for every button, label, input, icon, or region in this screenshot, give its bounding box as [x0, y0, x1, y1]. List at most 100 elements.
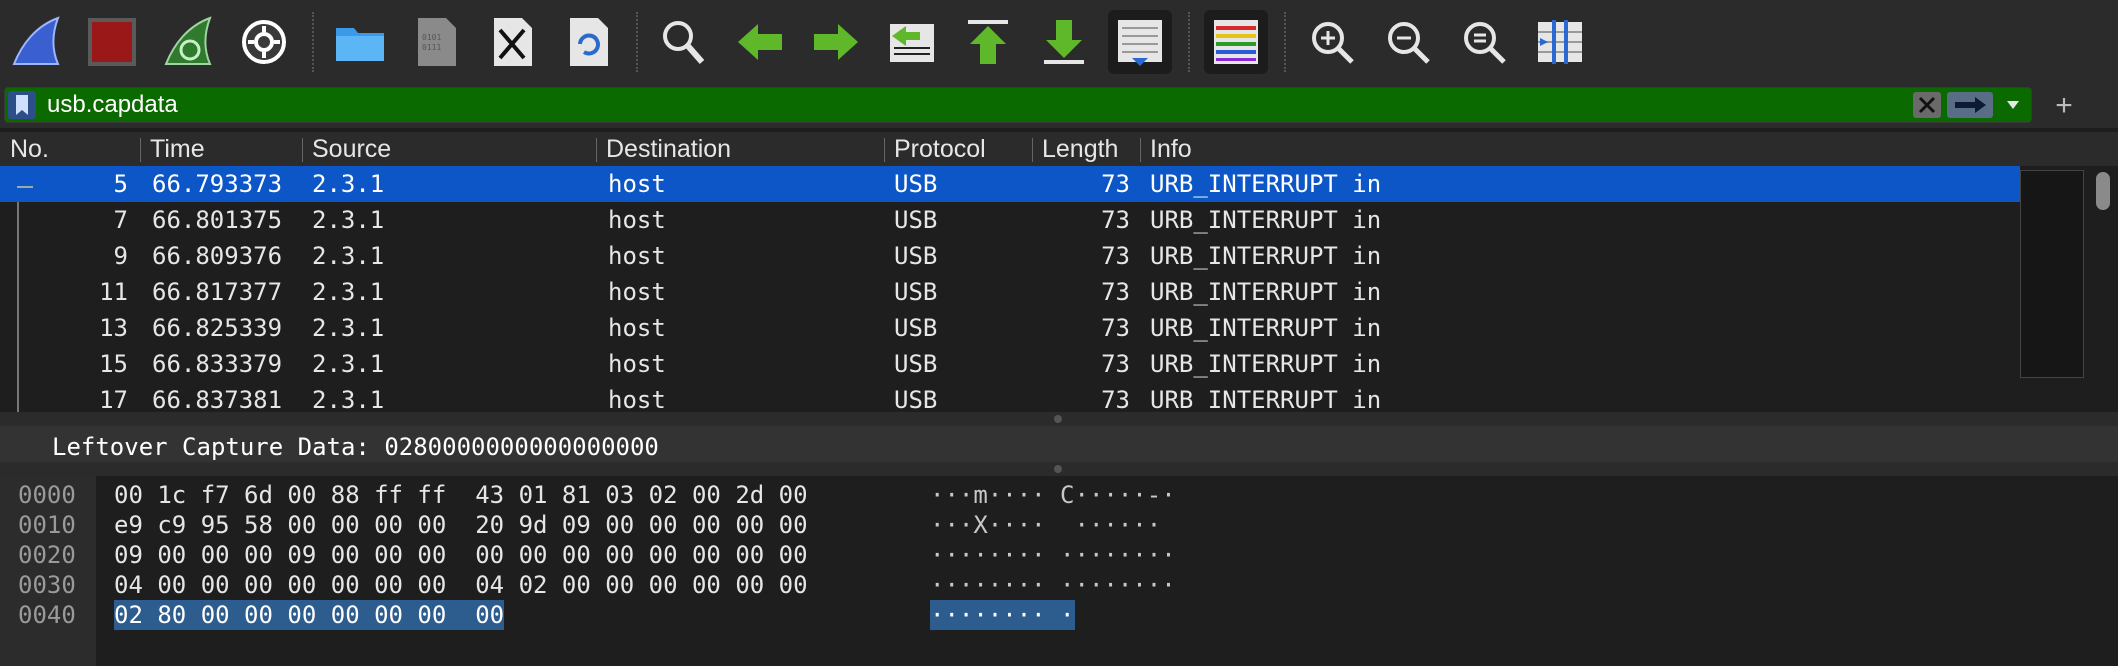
bytes-row[interactable]: 0000 00 1c f7 6d 00 88 ff ff 43 01 81 03 …: [0, 480, 2118, 510]
packet-destination: host: [608, 278, 666, 306]
column-header-no[interactable]: No.: [10, 132, 49, 166]
bytes-hex[interactable]: 09 00 00 00 09 00 00 00 00 00 00 00 00 0…: [114, 540, 808, 570]
display-filter-input[interactable]: usb.capdata: [4, 87, 2032, 123]
find-packet-icon[interactable]: [652, 10, 716, 74]
filter-bookmark-icon[interactable]: [8, 91, 36, 119]
packet-source: 2.3.1: [312, 386, 385, 412]
column-divider[interactable]: [140, 138, 141, 162]
packet-destination: host: [608, 314, 666, 342]
open-file-icon[interactable]: [328, 10, 392, 74]
packet-row[interactable]: 11 66.817377 2.3.1 host USB 73 URB_INTERRUPT i…: [0, 274, 2020, 310]
packet-row[interactable]: 13 66.825339 2.3.1 host USB 73 URB_INTERRUPT i…: [0, 310, 2020, 346]
packet-time: 66.801375: [152, 206, 283, 234]
packet-row[interactable]: 15 66.833379 2.3.1 host USB 73 URB_INTERRUPT i…: [0, 346, 2020, 382]
packet-protocol: USB: [894, 314, 938, 342]
packet-source: 2.3.1: [312, 170, 385, 198]
packet-bytes-pane[interactable]: 0000 00 1c f7 6d 00 88 ff ff 43 01 81 03 …: [0, 476, 2118, 666]
go-back-icon[interactable]: [728, 10, 792, 74]
go-forward-icon[interactable]: [804, 10, 868, 74]
bytes-row[interactable]: 0020 09 00 00 00 09 00 00 00 00 00 00 00 …: [0, 540, 2118, 570]
add-filter-button-icon[interactable]: +: [2052, 84, 2076, 128]
toolbar-separator: [1284, 12, 1286, 72]
toolbar-separator: [636, 12, 638, 72]
column-header-time[interactable]: Time: [150, 132, 205, 166]
column-divider[interactable]: [884, 138, 885, 162]
column-divider[interactable]: [596, 138, 597, 162]
bytes-row[interactable]: 0010 e9 c9 95 58 00 00 00 00 20 9d 09 00 …: [0, 510, 2118, 540]
apply-filter-icon[interactable]: [1947, 92, 1993, 118]
splitter-handle[interactable]: [1054, 415, 1062, 423]
reload-file-icon[interactable]: [556, 10, 620, 74]
restart-capture-icon[interactable]: [156, 10, 220, 74]
packet-minimap[interactable]: [2020, 170, 2084, 378]
filter-history-dropdown-icon[interactable]: [2001, 92, 2025, 118]
zoom-in-icon[interactable]: [1300, 10, 1364, 74]
start-capture-icon[interactable]: [4, 10, 68, 74]
capture-options-icon[interactable]: [232, 10, 296, 74]
packet-length: 73: [1101, 350, 1130, 378]
bytes-hex[interactable]: 00 1c f7 6d 00 88 ff ff 43 01 81 03 02 0…: [114, 480, 808, 510]
bytes-ascii[interactable]: ········ ········: [930, 540, 1176, 570]
packet-time: 66.833379: [152, 350, 283, 378]
packet-row[interactable]: 9 66.809376 2.3.1 host USB 73 URB_INTERRUPT in: [0, 238, 2020, 274]
splitter-handle[interactable]: [1054, 465, 1062, 473]
column-divider[interactable]: [302, 138, 303, 162]
packet-number: 7: [113, 206, 128, 234]
zoom-reset-icon[interactable]: [1452, 10, 1516, 74]
clear-filter-icon[interactable]: [1913, 92, 1941, 118]
save-file-icon[interactable]: 0101 0111: [404, 10, 468, 74]
packet-time: 66.825339: [152, 314, 283, 342]
packet-info: URB_INTERRUPT in: [1150, 314, 1382, 342]
pane-splitter[interactable]: [0, 462, 2118, 476]
column-divider[interactable]: [1032, 138, 1033, 162]
bytes-ascii[interactable]: ···m···· C·····-·: [930, 480, 1176, 510]
packet-protocol: USB: [894, 242, 938, 270]
go-to-packet-icon[interactable]: [880, 10, 944, 74]
main-toolbar: 0101 0111: [0, 0, 2118, 84]
bytes-ascii[interactable]: ···X···· ······: [930, 510, 1161, 540]
pane-splitter[interactable]: [0, 412, 2118, 426]
packet-destination: host: [608, 386, 666, 412]
bytes-hex-highlighted[interactable]: 02 80 00 00 00 00 00 00 00: [114, 600, 505, 630]
packet-protocol: USB: [894, 386, 938, 412]
column-header-protocol[interactable]: Protocol: [894, 132, 986, 166]
autoscroll-icon[interactable]: [1108, 10, 1172, 74]
column-header-length[interactable]: Length: [1042, 132, 1118, 166]
bytes-ascii[interactable]: ········ ········: [930, 570, 1176, 600]
packet-list[interactable]: 5 66.793373 2.3.1 host USB 73 URB_INTERRUPT in…: [0, 166, 2118, 412]
packet-details-pane[interactable]: Leftover Capture Data: 02800000000000000…: [0, 426, 2118, 462]
close-file-icon[interactable]: [480, 10, 544, 74]
packet-number: 11: [99, 278, 128, 306]
packet-length: 73: [1101, 314, 1130, 342]
stop-capture-icon[interactable]: [80, 10, 144, 74]
packet-list-scrollbar[interactable]: [2096, 172, 2110, 210]
zoom-out-icon[interactable]: [1376, 10, 1440, 74]
packet-source: 2.3.1: [312, 206, 385, 234]
packet-row[interactable]: 7 66.801375 2.3.1 host USB 73 URB_INTERRUPT in: [0, 202, 2020, 238]
packet-protocol: USB: [894, 278, 938, 306]
packet-row[interactable]: 5 66.793373 2.3.1 host USB 73 URB_INTERRUPT in: [0, 166, 2020, 202]
colorize-icon[interactable]: [1204, 10, 1268, 74]
packet-info: URB_INTERRUPT in: [1150, 242, 1382, 270]
filter-text[interactable]: usb.capdata: [47, 88, 178, 122]
bytes-row[interactable]: 0030 04 00 00 00 00 00 00 00 04 02 00 00 …: [0, 570, 2118, 600]
bytes-hex[interactable]: 04 00 00 00 00 00 00 00 04 02 00 00 00 0…: [114, 570, 808, 600]
packet-destination: host: [608, 350, 666, 378]
packet-source: 2.3.1: [312, 242, 385, 270]
packet-time: 66.809376: [152, 242, 283, 270]
bytes-hex[interactable]: e9 c9 95 58 00 00 00 00 20 9d 09 00 00 0…: [114, 510, 808, 540]
go-last-icon[interactable]: [1032, 10, 1096, 74]
column-header-info[interactable]: Info: [1150, 132, 1192, 166]
column-header-destination[interactable]: Destination: [606, 132, 731, 166]
bytes-ascii-highlighted[interactable]: ········ ·: [930, 600, 1075, 630]
bytes-offset: 0040: [18, 601, 76, 629]
packet-row[interactable]: 17 66.837381 2.3.1 host USB 73 URB_INTERRUPT i…: [0, 382, 2020, 412]
column-divider[interactable]: [1140, 138, 1141, 162]
bytes-offset: 0000: [18, 481, 76, 509]
resize-columns-icon[interactable]: [1528, 10, 1592, 74]
toolbar-separator: [1188, 12, 1190, 72]
bytes-row[interactable]: 0040 02 80 00 00 00 00 00 00 00 ········ ·: [0, 600, 2118, 630]
conversation-tree-start: [17, 186, 33, 188]
go-first-icon[interactable]: [956, 10, 1020, 74]
column-header-source[interactable]: Source: [312, 132, 391, 166]
